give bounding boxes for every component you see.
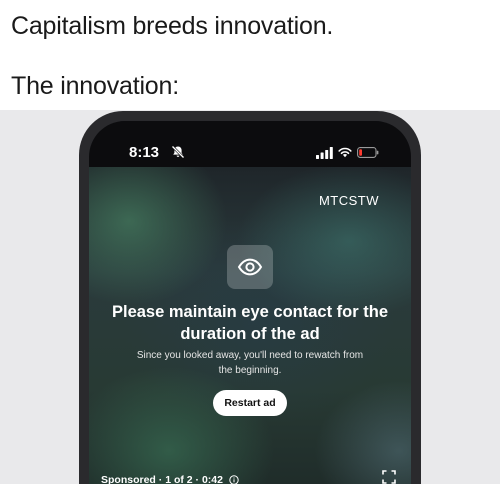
info-icon[interactable]	[229, 475, 239, 484]
ad-footer: Sponsored · 1 of 2 · 0:42	[101, 473, 239, 484]
meme-caption-line-2: The innovation:	[11, 72, 179, 100]
wifi-icon	[338, 147, 352, 158]
footer-separator: ·	[195, 474, 200, 484]
eye-icon	[237, 258, 263, 276]
restart-ad-button[interactable]: Restart ad	[213, 390, 287, 416]
fullscreen-icon[interactable]	[382, 470, 396, 484]
status-time: 8:13	[129, 144, 160, 161]
cellular-signal-icon	[316, 147, 333, 159]
ad-notice-title: Please maintain eye contact for the dura…	[111, 303, 388, 343]
phone-frame: 8:13 MTCSTW Please maintain eye contact …	[79, 111, 421, 484]
ad-notice-message: Since you looked away, you'll need to re…	[136, 350, 364, 376]
meme-caption-line-1: Capitalism breeds innovation.	[11, 12, 334, 40]
footer-separator: ·	[158, 474, 163, 484]
sponsored-label: Sponsored	[101, 474, 156, 484]
ad-time-remaining: 0:42	[201, 474, 223, 484]
status-bar: 8:13	[89, 121, 411, 167]
eye-badge	[227, 245, 273, 289]
ad-channel-name: MTCSTW	[318, 193, 380, 208]
ad-position: 1 of 2	[165, 474, 193, 484]
meme-page: Capitalism breeds innovation. The innova…	[0, 0, 500, 484]
battery-low-icon	[357, 147, 379, 158]
phone-screen: 8:13 MTCSTW Please maintain eye contact …	[89, 121, 411, 484]
bell-slash-icon	[171, 145, 185, 159]
